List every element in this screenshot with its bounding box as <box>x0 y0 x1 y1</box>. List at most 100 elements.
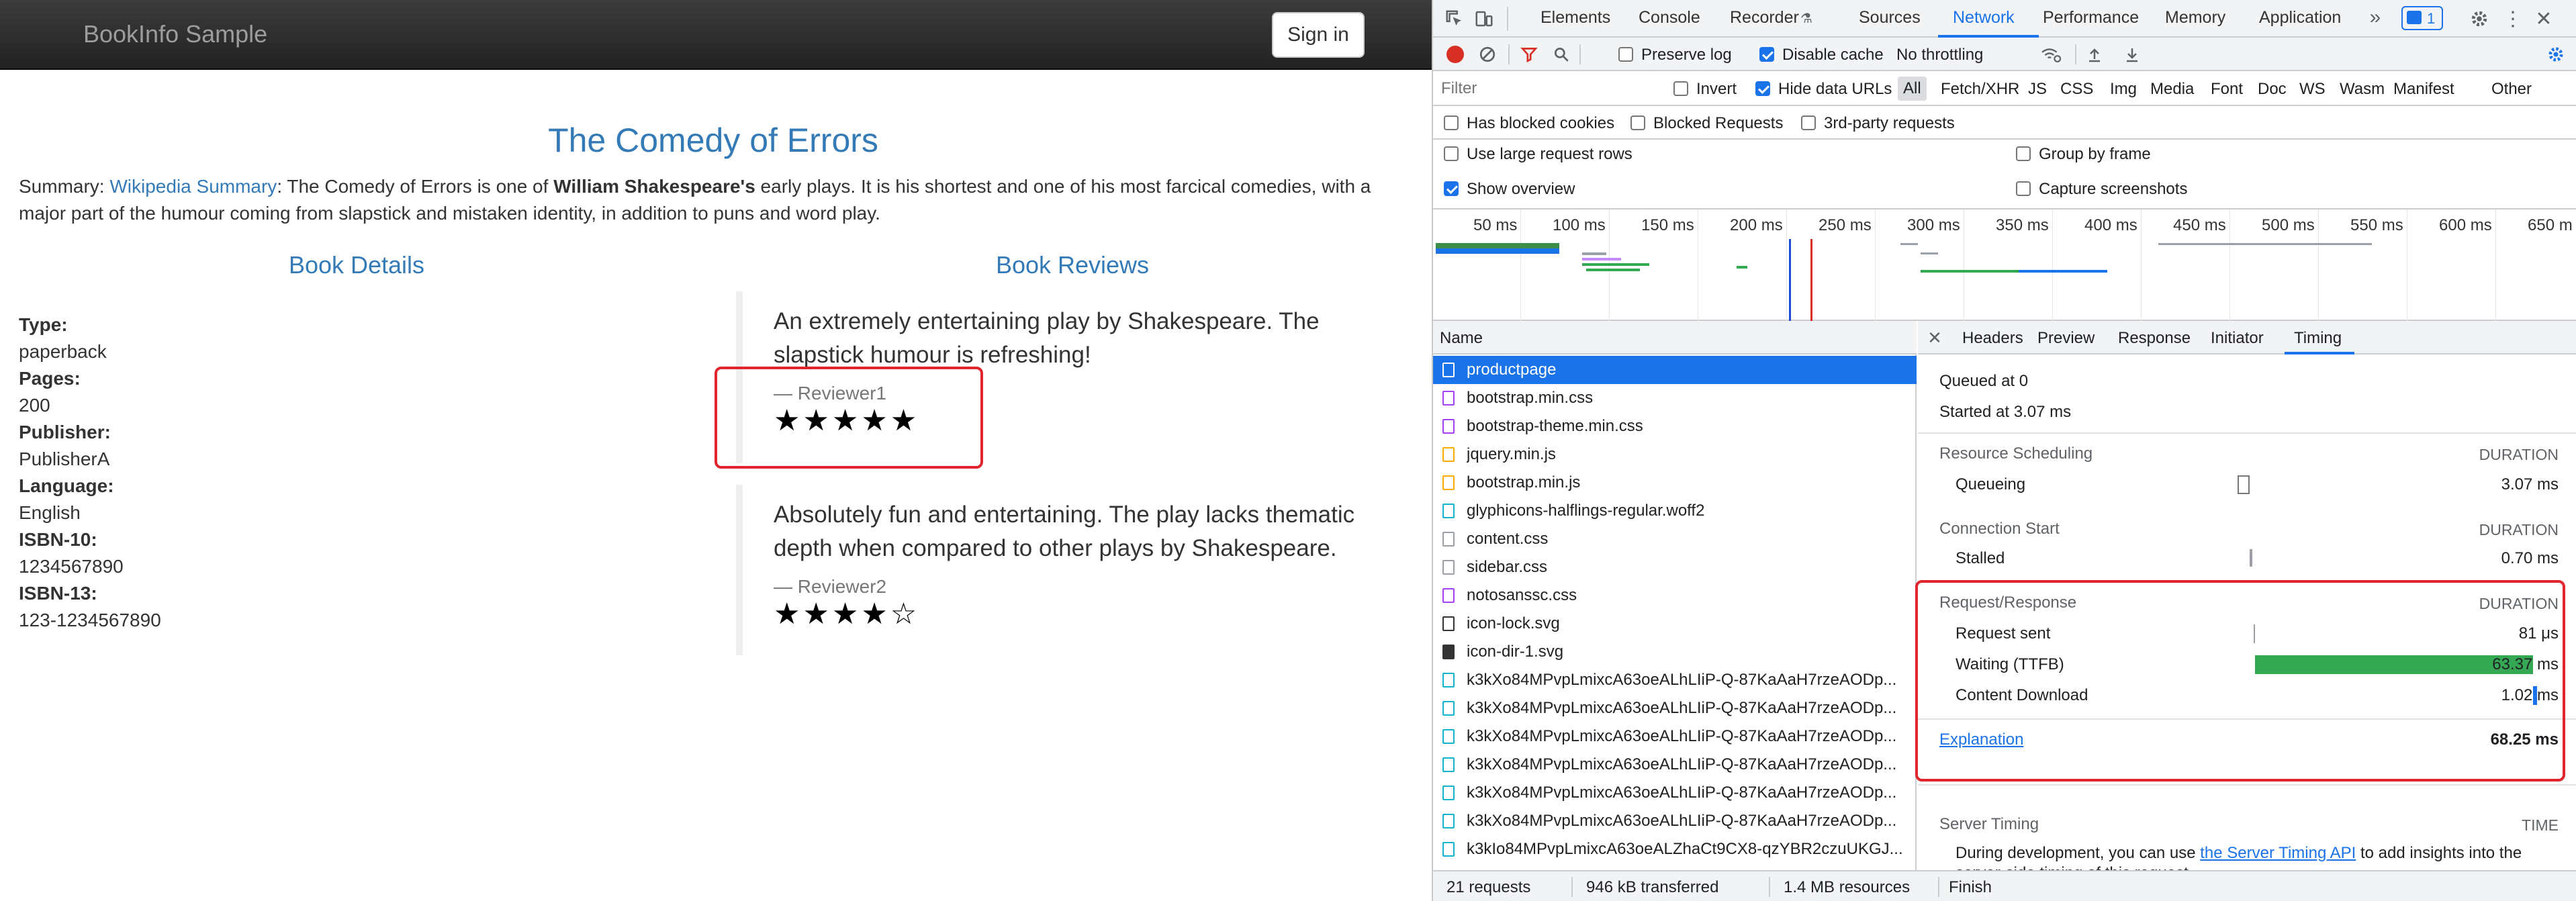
third-party-requests-checkbox[interactable] <box>1801 115 1816 130</box>
request-row[interactable]: bootstrap-theme.min.css <box>1433 412 1917 440</box>
issues-count: 1 <box>2427 10 2436 27</box>
issues-badge[interactable]: 1 <box>2401 6 2443 30</box>
stalled-label: Stalled <box>1956 549 2005 567</box>
filter-icon[interactable] <box>1519 44 1539 64</box>
type-filter-ws[interactable]: WS <box>2299 80 2326 99</box>
brand-logo[interactable]: BookInfo Sample <box>83 20 267 48</box>
resource-scheduling-heading: Resource Scheduling <box>1939 444 2093 463</box>
divider <box>1918 432 2576 434</box>
request-row[interactable]: sidebar.css <box>1433 553 1917 581</box>
type-filter-js[interactable]: JS <box>2028 80 2047 99</box>
type-filter-wasm[interactable]: Wasm <box>2340 80 2385 99</box>
type-filter-css[interactable]: CSS <box>2060 80 2093 99</box>
capture-screenshots-checkbox[interactable] <box>2016 181 2031 196</box>
review-card: Absolutely fun and entertaining. The pla… <box>736 485 1381 655</box>
type-filter-media[interactable]: Media <box>2150 80 2194 99</box>
tab-initiator[interactable]: Initiator <box>2211 329 2264 348</box>
script-file-icon <box>1442 475 1455 490</box>
sign-in-button[interactable]: Sign in <box>1272 12 1365 58</box>
request-row[interactable]: icon-lock.svg <box>1433 610 1917 638</box>
tab-memory[interactable]: Memory <box>2165 8 2225 28</box>
tab-sources[interactable]: Sources <box>1859 8 1921 28</box>
request-row[interactable]: glyphicons-halflings-regular.woff2 <box>1433 497 1917 525</box>
request-name: k3kIo84MPvpLmixcA63oeALZhaCt9CX8-qzYBR2c… <box>1467 840 1903 858</box>
summary-prefix: Summary: <box>19 176 110 197</box>
invert-checkbox[interactable] <box>1673 81 1688 96</box>
throttling-select[interactable]: No throttling <box>1896 46 1983 64</box>
request-row[interactable]: content.css <box>1433 525 1917 553</box>
device-toolbar-icon[interactable] <box>1472 7 1496 31</box>
type-filter-manifest[interactable]: Manifest <box>2393 80 2454 99</box>
request-row[interactable]: icon-dir-1.svg <box>1433 638 1917 666</box>
server-timing-api-link[interactable]: the Server Timing API <box>2200 844 2356 862</box>
request-row[interactable]: k3kIo84MPvpLmixcA63oeALZhaCt9CX8-qzYBR2c… <box>1433 835 1917 863</box>
type-filter-img[interactable]: Img <box>2110 80 2137 99</box>
request-row[interactable]: bootstrap.min.js <box>1433 469 1917 497</box>
filter-input[interactable] <box>1437 77 1652 101</box>
transferred-size: 946 kB transferred <box>1586 878 1719 896</box>
group-by-frame-checkbox[interactable] <box>2016 146 2031 161</box>
search-icon[interactable] <box>1551 44 1571 64</box>
wikipedia-summary-link[interactable]: Wikipedia Summary <box>109 176 277 197</box>
request-row[interactable]: k3kXo84MPvpLmixcA63oeALhLIiP-Q-87KaAaH7r… <box>1433 722 1917 751</box>
close-detail-icon[interactable]: ✕ <box>1925 326 1945 349</box>
disable-cache-checkbox[interactable] <box>1759 47 1774 62</box>
tab-network[interactable]: Network <box>1953 8 2015 28</box>
type-filter-all[interactable]: All <box>1898 77 1927 101</box>
tab-headers[interactable]: Headers <box>1962 329 2023 348</box>
has-blocked-cookies-checkbox[interactable] <box>1444 115 1459 130</box>
request-row[interactable]: bootstrap.min.css <box>1433 384 1917 412</box>
network-options: Use large request rows Group by frame Sh… <box>1433 140 2576 209</box>
request-name: bootstrap.min.css <box>1467 389 1594 407</box>
type-filter-doc[interactable]: Doc <box>2258 80 2287 99</box>
more-tabs-icon[interactable]: » <box>2365 5 2385 30</box>
type-filter-fetch-xhr[interactable]: Fetch/XHR <box>1941 80 2019 99</box>
tab-response[interactable]: Response <box>2118 329 2191 348</box>
request-row[interactable]: k3kXo84MPvpLmixcA63oeALhLIiP-Q-87KaAaH7r… <box>1433 751 1917 779</box>
request-name: bootstrap-theme.min.css <box>1467 417 1643 435</box>
tab-timing[interactable]: Timing <box>2294 329 2342 348</box>
request-list-header[interactable]: Name <box>1433 321 1917 354</box>
request-row[interactable]: productpage <box>1433 356 1917 384</box>
hide-data-urls-checkbox[interactable] <box>1755 81 1770 96</box>
server-note-text: During development, you can use <box>1956 844 2201 862</box>
request-row[interactable]: k3kXo84MPvpLmixcA63oeALhLIiP-Q-87KaAaH7r… <box>1433 779 1917 807</box>
request-row[interactable]: k3kXo84MPvpLmixcA63oeALhLIiP-Q-87KaAaH7r… <box>1433 694 1917 722</box>
kebab-menu-icon[interactable]: ⋮ <box>2503 5 2523 32</box>
request-row[interactable]: k3kXo84MPvpLmixcA63oeALhLIiP-Q-87KaAaH7r… <box>1433 807 1917 835</box>
detail-label: Language: <box>19 475 114 496</box>
clear-icon[interactable] <box>1477 44 1498 64</box>
request-row[interactable]: k3kXo84MPvpLmixcA63oeALhLIiP-Q-87KaAaH7r… <box>1433 666 1917 694</box>
time-tick-label: 200 ms <box>1730 216 1783 234</box>
network-overview-timeline[interactable]: 50 ms 100 ms 150 ms 200 ms 250 ms 300 ms… <box>1433 209 2576 321</box>
show-overview-checkbox[interactable] <box>1444 181 1459 196</box>
type-filter-other[interactable]: Other <box>2491 80 2532 99</box>
tab-performance[interactable]: Performance <box>2043 8 2139 28</box>
image-file-icon <box>1442 616 1455 631</box>
flask-icon: ⚗ <box>1800 11 1812 26</box>
tab-elements[interactable]: Elements <box>1540 8 1610 28</box>
tab-recorder[interactable]: Recorder <box>1730 8 1799 28</box>
request-name: k3kXo84MPvpLmixcA63oeALhLIiP-Q-87KaAaH7r… <box>1467 671 1897 689</box>
filter-bar-secondary: Has blocked cookies Blocked Requests 3rd… <box>1433 106 2576 140</box>
tab-console[interactable]: Console <box>1639 8 1700 28</box>
request-row[interactable]: jquery.min.js <box>1433 440 1917 469</box>
settings-gear-icon[interactable] <box>2467 7 2491 31</box>
close-devtools-icon[interactable]: ✕ <box>2532 5 2556 32</box>
request-row[interactable]: notosanssc.css <box>1433 581 1917 610</box>
export-har-icon[interactable] <box>2122 44 2142 64</box>
has-blocked-cookies-label: Has blocked cookies <box>1467 114 1615 132</box>
network-settings-gear-icon[interactable] <box>2545 44 2567 64</box>
tab-preview[interactable]: Preview <box>2037 329 2095 348</box>
network-conditions-icon[interactable] <box>2037 44 2064 64</box>
blocked-requests-checkbox[interactable] <box>1630 115 1645 130</box>
book-reviews-heading: Book Reviews <box>995 251 1150 279</box>
preserve-log-checkbox[interactable] <box>1618 47 1633 62</box>
import-har-icon[interactable] <box>2084 44 2105 64</box>
large-rows-checkbox[interactable] <box>1444 146 1459 161</box>
tab-application[interactable]: Application <box>2259 8 2341 28</box>
overview-bar <box>1900 243 1918 245</box>
inspect-element-icon[interactable] <box>1442 7 1467 31</box>
record-icon[interactable] <box>1446 46 1464 63</box>
type-filter-font[interactable]: Font <box>2211 80 2243 99</box>
